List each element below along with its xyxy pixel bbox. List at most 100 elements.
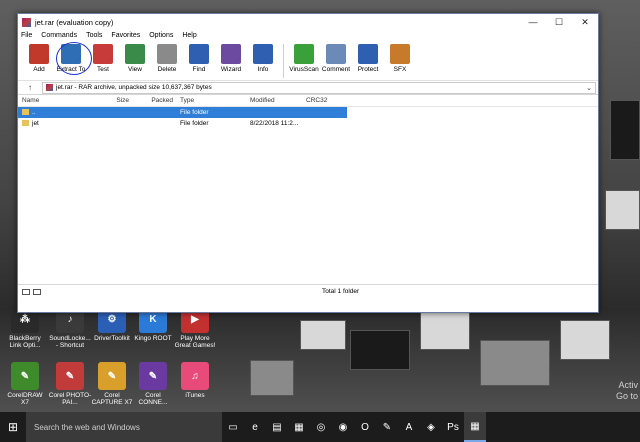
desktop-shortcut[interactable]: ✎ CorelDRAW X7 bbox=[3, 362, 47, 406]
corel-icon[interactable]: ✎ bbox=[376, 412, 398, 442]
toolbar-add-button[interactable]: Add bbox=[23, 41, 55, 73]
column-size[interactable]: Size bbox=[88, 97, 132, 104]
shortcut-label: iTunes bbox=[185, 392, 205, 399]
column-name[interactable]: Name bbox=[18, 97, 88, 104]
test-icon bbox=[93, 44, 113, 64]
status-total: Total 1 folder bbox=[322, 288, 360, 295]
add-archive-icon bbox=[29, 44, 49, 64]
toolbar-info-button[interactable]: Info bbox=[247, 41, 279, 73]
toolbar: Add Extract To Test View Delete Find Wizard Inf… bbox=[18, 41, 598, 81]
wallpaper-block bbox=[250, 360, 294, 396]
minimize-button[interactable]: — bbox=[520, 14, 546, 30]
shortcut-label: Kingo ROOT bbox=[134, 335, 172, 342]
opera-icon[interactable]: O bbox=[354, 412, 376, 442]
file-list[interactable]: Name Size Packed Type Modified CRC32 .. … bbox=[18, 95, 598, 298]
toolbar-delete-button[interactable]: Delete bbox=[151, 41, 183, 73]
title-bar[interactable]: jet.rar (evaluation copy) — ☐ ✕ bbox=[18, 14, 598, 30]
window-title: jet.rar (evaluation copy) bbox=[35, 17, 114, 27]
desktop-shortcut[interactable]: ✎ Corel CONNE... bbox=[131, 362, 175, 406]
find-icon bbox=[189, 44, 209, 64]
wallpaper-block bbox=[300, 320, 346, 350]
store-icon[interactable]: ▦ bbox=[288, 412, 310, 442]
up-folder-button[interactable]: ↑ bbox=[18, 83, 42, 92]
folder-icon bbox=[22, 109, 29, 116]
toolbar-virusscan-button[interactable]: VirusScan bbox=[288, 41, 320, 73]
shortcut-label: Corel CAPTURE X7 bbox=[91, 392, 133, 406]
view-icon bbox=[125, 44, 145, 64]
desktop-shortcut[interactable]: ✎ Corel PHOTO-PAI... bbox=[48, 362, 92, 406]
status-bar: Total 1 folder bbox=[18, 284, 598, 298]
file-explorer-icon[interactable]: ▤ bbox=[266, 412, 288, 442]
maximize-button[interactable]: ☐ bbox=[546, 14, 572, 30]
shortcut-icon: ♫ bbox=[181, 362, 209, 390]
desktop-shortcut[interactable]: ♫ iTunes bbox=[173, 362, 217, 399]
sfx-icon bbox=[390, 44, 410, 64]
shortcut-icon: ✎ bbox=[98, 362, 126, 390]
menu-tools[interactable]: Tools bbox=[86, 32, 102, 39]
path-text: jet.rar - RAR archive, unpacked size 10,… bbox=[56, 84, 212, 91]
chevron-down-icon[interactable]: ⌄ bbox=[586, 84, 592, 92]
row-modified: 8/22/2018 11:2... bbox=[250, 120, 299, 127]
shortcut-icon: ✎ bbox=[11, 362, 39, 390]
table-row[interactable]: jet File folder 8/22/2018 11:2... bbox=[18, 118, 598, 129]
toolbar-comment-button[interactable]: Comment bbox=[320, 41, 352, 73]
row-name: .. bbox=[32, 109, 36, 116]
annotation-circle bbox=[56, 42, 92, 75]
key-icon bbox=[33, 288, 41, 295]
shortcut-icon: ✎ bbox=[139, 362, 167, 390]
virusscan-icon bbox=[294, 44, 314, 64]
menu-options[interactable]: Options bbox=[149, 32, 173, 39]
menu-commands[interactable]: Commands bbox=[41, 32, 77, 39]
toolbar-separator bbox=[283, 44, 284, 78]
winrar-taskbar-icon[interactable]: ▦ bbox=[464, 412, 486, 442]
shortcut-label: Corel CONNE... bbox=[138, 392, 168, 406]
column-type[interactable]: Type bbox=[176, 97, 246, 104]
desktop-shortcut[interactable]: ✎ Corel CAPTURE X7 bbox=[90, 362, 134, 406]
wallpaper-block bbox=[610, 100, 640, 160]
wallpaper-block bbox=[560, 320, 610, 360]
wallpaper-block bbox=[480, 340, 550, 386]
path-field[interactable]: jet.rar - RAR archive, unpacked size 10,… bbox=[42, 81, 596, 94]
menu-favorites[interactable]: Favorites bbox=[111, 32, 140, 39]
firefox-icon[interactable]: ◉ bbox=[332, 412, 354, 442]
column-crc32[interactable]: CRC32 bbox=[302, 97, 352, 104]
close-button[interactable]: ✕ bbox=[572, 14, 598, 30]
toolbar-sfx-button[interactable]: SFX bbox=[384, 41, 416, 73]
shortcut-label: CorelDRAW X7 bbox=[7, 392, 43, 406]
taskbar-search-input[interactable]: Search the web and Windows bbox=[26, 412, 222, 442]
wallpaper-block bbox=[605, 190, 640, 230]
toolbar-view-button[interactable]: View bbox=[119, 41, 151, 73]
row-type: File folder bbox=[180, 120, 209, 127]
task-view-icon[interactable]: ▭ bbox=[222, 412, 244, 442]
menu-help[interactable]: Help bbox=[182, 32, 196, 39]
list-header: Name Size Packed Type Modified CRC32 bbox=[18, 95, 598, 107]
shortcut-label: Play More Great Games! bbox=[174, 335, 216, 349]
acrobat-icon[interactable]: A bbox=[398, 412, 420, 442]
info-icon bbox=[253, 44, 273, 64]
toolbar-wizard-button[interactable]: Wizard bbox=[215, 41, 247, 73]
drive-icon bbox=[22, 288, 30, 295]
windows-start-icon[interactable]: ⊞ bbox=[0, 412, 26, 442]
edge-icon[interactable]: e bbox=[244, 412, 266, 442]
winrar-app-icon bbox=[22, 17, 31, 27]
photoshop-icon[interactable]: Ps bbox=[442, 412, 464, 442]
toolbar-protect-button[interactable]: Protect bbox=[352, 41, 384, 73]
delete-icon bbox=[157, 44, 177, 64]
column-packed[interactable]: Packed bbox=[132, 97, 176, 104]
toolbar-find-button[interactable]: Find bbox=[183, 41, 215, 73]
protect-icon bbox=[358, 44, 378, 64]
menu-file[interactable]: File bbox=[21, 32, 32, 39]
shortcut-label: Corel PHOTO-PAI... bbox=[48, 392, 92, 406]
folder-icon bbox=[22, 120, 29, 127]
wizard-icon bbox=[221, 44, 241, 64]
row-type: File folder bbox=[180, 109, 209, 116]
browser-icon[interactable]: ◎ bbox=[310, 412, 332, 442]
table-row[interactable]: .. File folder bbox=[18, 107, 347, 118]
activate-windows-watermark: Activ Go to bbox=[615, 380, 638, 401]
winrar-window[interactable]: jet.rar (evaluation copy) — ☐ ✕ File Com… bbox=[17, 13, 599, 313]
archive-icon bbox=[46, 84, 53, 91]
app-icon[interactable]: ◈ bbox=[420, 412, 442, 442]
taskbar: ⊞ Search the web and Windows ▭ e ▤ ▦ ◎ ◉ O ✎ A ◈ P… bbox=[0, 412, 640, 442]
comment-icon bbox=[326, 44, 346, 64]
column-modified[interactable]: Modified bbox=[246, 97, 302, 104]
